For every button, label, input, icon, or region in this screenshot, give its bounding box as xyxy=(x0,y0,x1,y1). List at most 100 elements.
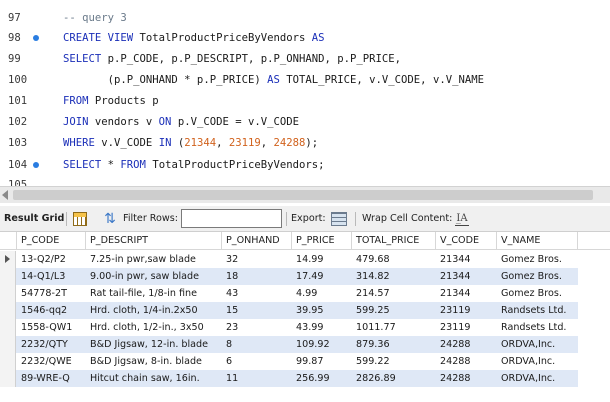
table-cell[interactable]: 256.99 xyxy=(293,370,353,387)
table-cell[interactable]: Gomez Bros. xyxy=(498,251,579,268)
table-cell[interactable]: 1546-qq2 xyxy=(18,302,87,319)
table-cell[interactable]: 8 xyxy=(223,336,293,353)
table-cell[interactable]: 7.25-in pwr,saw blade xyxy=(87,251,223,268)
table-cell[interactable]: 24288 xyxy=(437,370,498,387)
table-cell[interactable]: 54778-2T xyxy=(18,285,87,302)
table-cell[interactable]: 89-WRE-Q xyxy=(18,370,87,387)
current-row-indicator-icon[interactable] xyxy=(0,251,16,268)
filter-rows-input[interactable] xyxy=(181,209,282,228)
table-cell[interactable]: 24288 xyxy=(437,353,498,370)
table-cell[interactable]: Gomez Bros. xyxy=(498,268,579,285)
column-header-p-descript[interactable]: P_DESCRIPT xyxy=(86,232,222,250)
table-cell[interactable]: 24288 xyxy=(437,336,498,353)
export-icon[interactable] xyxy=(331,212,347,226)
table-cell[interactable]: 214.57 xyxy=(353,285,437,302)
table-cell[interactable]: 17.49 xyxy=(293,268,353,285)
table-row[interactable]: 1546-qq2 Hrd. cloth, 1/4-in.2x50 15 39.95 59… xyxy=(0,302,578,319)
code-line[interactable]: 103 WHERE v.V_CODE IN (21344, 23119, 2428… xyxy=(0,133,610,153)
scrollbar-thumb[interactable] xyxy=(13,190,593,200)
column-header-p-price[interactable]: P_PRICE xyxy=(292,232,352,250)
table-row[interactable]: 2232/QTY B&D Jigsaw, 12-in. blade 8 109.92 8… xyxy=(0,336,578,353)
table-cell[interactable]: 32 xyxy=(223,251,293,268)
table-cell[interactable]: 314.82 xyxy=(353,268,437,285)
row-header[interactable] xyxy=(0,319,16,336)
table-cell[interactable]: ORDVA,Inc. xyxy=(498,353,579,370)
table-cell[interactable]: 43.99 xyxy=(293,319,353,336)
table-cell[interactable]: 15 xyxy=(223,302,293,319)
table-cell[interactable]: 21344 xyxy=(437,268,498,285)
table-cell[interactable]: 13-Q2/P2 xyxy=(18,251,87,268)
table-cell[interactable]: 1558-QW1 xyxy=(18,319,87,336)
table-cell[interactable]: 39.95 xyxy=(293,302,353,319)
code-line[interactable]: 99 SELECT p.P_CODE, p.P_DESCRIPT, p.P_ONH… xyxy=(0,49,610,69)
statement-marker-icon[interactable] xyxy=(33,35,39,41)
table-row[interactable]: 13-Q2/P2 7.25-in pwr,saw blade 32 14.99 479.… xyxy=(0,251,578,268)
table-row[interactable]: 89-WRE-Q Hitcut chain saw, 16in. 11 256.99 2… xyxy=(0,370,578,387)
table-cell[interactable]: 4.99 xyxy=(293,285,353,302)
table-cell[interactable]: 109.92 xyxy=(293,336,353,353)
table-cell[interactable]: Gomez Bros. xyxy=(498,285,579,302)
table-cell[interactable]: 14-Q1/L3 xyxy=(18,268,87,285)
table-cell[interactable]: 1011.77 xyxy=(353,319,437,336)
table-cell[interactable]: 99.87 xyxy=(293,353,353,370)
table-cell[interactable]: 23119 xyxy=(437,319,498,336)
grid-icon[interactable] xyxy=(73,212,87,226)
code-line[interactable]: 102 JOIN vendors v ON p.V_CODE = v.V_CODE xyxy=(0,112,610,132)
table-cell[interactable]: 599.22 xyxy=(353,353,437,370)
table-cell[interactable]: 879.36 xyxy=(353,336,437,353)
table-cell[interactable]: 599.25 xyxy=(353,302,437,319)
table-cell[interactable]: 14.99 xyxy=(293,251,353,268)
table-cell[interactable]: 6 xyxy=(223,353,293,370)
table-cell[interactable]: Hitcut chain saw, 16in. xyxy=(87,370,223,387)
code-line[interactable]: 104 SELECT * FROM TotalProductPriceByVend… xyxy=(0,155,610,175)
table-cell[interactable]: ORDVA,Inc. xyxy=(498,370,579,387)
wrap-text-icon[interactable]: I̲A xyxy=(455,212,469,226)
table-cell[interactable]: 479.68 xyxy=(353,251,437,268)
table-cell[interactable]: ORDVA,Inc. xyxy=(498,336,579,353)
table-cell[interactable]: Randsets Ltd. xyxy=(498,302,579,319)
column-header-total-price[interactable]: TOTAL_PRICE xyxy=(352,232,436,250)
row-header[interactable] xyxy=(0,268,16,285)
table-cell[interactable]: Hrd. cloth, 1/4-in.2x50 xyxy=(87,302,223,319)
row-header[interactable] xyxy=(0,302,16,319)
code-line[interactable]: 97 -- query 3 xyxy=(0,8,610,28)
row-header[interactable] xyxy=(0,353,16,370)
table-cell[interactable]: Randsets Ltd. xyxy=(498,319,579,336)
table-cell[interactable]: Rat tail-file, 1/8-in fine xyxy=(87,285,223,302)
table-cell[interactable]: Hrd. cloth, 1/2-in., 3x50 xyxy=(87,319,223,336)
result-grid-label[interactable]: Result Grid xyxy=(4,206,64,232)
code-line[interactable]: 100 (p.P_ONHAND * p.P_PRICE) AS TOTAL_PR… xyxy=(0,70,610,90)
editor-horizontal-scrollbar[interactable] xyxy=(0,186,610,203)
table-cell[interactable]: 18 xyxy=(223,268,293,285)
column-header-v-code[interactable]: V_CODE xyxy=(436,232,497,250)
table-cell[interactable]: B&D Jigsaw, 12-in. blade xyxy=(87,336,223,353)
table-cell[interactable]: B&D Jigsaw, 8-in. blade xyxy=(87,353,223,370)
table-cell[interactable]: 9.00-in pwr, saw blade xyxy=(87,268,223,285)
refresh-icon[interactable]: ⇅ xyxy=(102,212,118,226)
table-cell[interactable]: 21344 xyxy=(437,251,498,268)
table-row[interactable]: 2232/QWE B&D Jigsaw, 8-in. blade 6 99.87 599… xyxy=(0,353,578,370)
table-row[interactable]: 14-Q1/L3 9.00-in pwr, saw blade 18 17.49 314… xyxy=(0,268,578,285)
table-cell[interactable]: 23119 xyxy=(437,302,498,319)
statement-marker-icon[interactable] xyxy=(33,162,39,168)
table-cell[interactable]: 11 xyxy=(223,370,293,387)
table-row[interactable]: 54778-2T Rat tail-file, 1/8-in fine 43 4.99… xyxy=(0,285,578,302)
table-cell[interactable]: 23 xyxy=(223,319,293,336)
table-cell[interactable]: 2232/QTY xyxy=(18,336,87,353)
row-header[interactable] xyxy=(0,285,16,302)
column-header-v-name[interactable]: V_NAME xyxy=(497,232,578,250)
table-cell[interactable]: 43 xyxy=(223,285,293,302)
result-grid[interactable]: P_CODE P_DESCRIPT P_ONHAND P_PRICE TOTAL_PRI… xyxy=(0,232,610,402)
scroll-left-arrow-icon[interactable] xyxy=(2,190,8,200)
table-row[interactable]: 1558-QW1 Hrd. cloth, 1/2-in., 3x50 23 43.99… xyxy=(0,319,578,336)
table-cell[interactable]: 2826.89 xyxy=(353,370,437,387)
code-line[interactable]: 101 FROM Products p xyxy=(0,91,610,111)
row-header[interactable] xyxy=(0,370,16,387)
code-line[interactable]: 98 CREATE VIEW TotalProductPriceByVendors… xyxy=(0,28,610,48)
row-header[interactable] xyxy=(0,336,16,353)
table-cell[interactable]: 21344 xyxy=(437,285,498,302)
table-cell[interactable]: 2232/QWE xyxy=(18,353,87,370)
column-header-p-onhand[interactable]: P_ONHAND xyxy=(222,232,292,250)
column-header-p-code[interactable]: P_CODE xyxy=(17,232,86,250)
sql-editor[interactable]: 97 -- query 3 98 CREATE VIEW TotalProductPr… xyxy=(0,0,610,186)
